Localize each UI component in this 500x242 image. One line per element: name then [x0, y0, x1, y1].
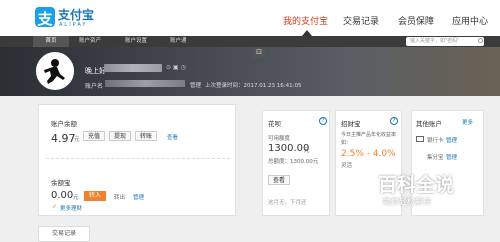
jifenbao-manage-link[interactable]: 管理: [446, 153, 457, 161]
tab-account-settings[interactable]: 账户设置: [125, 37, 147, 46]
help-icon[interactable]: ?: [319, 117, 327, 125]
last-login-time: 上次登录时间：2017.01.23 16:41:05: [205, 83, 302, 89]
nav-my-alipay[interactable]: 我的支付宝: [283, 14, 328, 27]
bank-card-manage-link[interactable]: 管理: [446, 136, 457, 144]
yuebao-title: 余额宝: [51, 179, 71, 187]
yuebao-amount: 0.00: [51, 190, 74, 201]
tab-account-assets[interactable]: 账户资产: [79, 37, 101, 46]
search-icon[interactable]: [478, 38, 483, 43]
balance-unit: 元: [74, 137, 80, 143]
balance-amount: 4.97: [51, 132, 76, 145]
divider: [46, 158, 230, 159]
jifenbao-label: 集分宝: [427, 155, 444, 161]
account-manage-link[interactable]: 管理: [190, 81, 201, 89]
account-label: 账户名: [85, 83, 104, 90]
zhaocaibao-desc-2: 如：: [341, 140, 352, 146]
watermark-subtitle: 助你轻松解决: [383, 197, 431, 206]
alipay-logo-icon[interactable]: 支: [35, 7, 55, 28]
verified-icons: ⊙ ▣ ◷: [166, 64, 186, 71]
watermark-logo-icon: [355, 168, 375, 188]
avatar[interactable]: [36, 52, 74, 90]
nav-member-protection[interactable]: 会员保障: [398, 14, 434, 27]
lock-icon[interactable]: ⊡: [253, 47, 265, 58]
transactions-tab[interactable]: 交易记录: [38, 226, 90, 242]
runner-avatar-icon: [44, 59, 65, 84]
huabei-bill-note: 这月无，下月还: [268, 200, 307, 206]
transfer-in-button[interactable]: 转入: [84, 191, 106, 201]
masked-username: [104, 64, 162, 72]
zhaocaibao-desc: 今日主推产品年化收益率: [341, 132, 397, 138]
watermark-title: 百科全说: [378, 174, 455, 196]
huabei-unit: 元: [304, 148, 310, 154]
other-more-link[interactable]: 更多: [462, 118, 473, 126]
rocket-icon: ➶: [52, 203, 58, 210]
zhaocaibao-sub: 灵活: [341, 163, 353, 169]
withdraw-button[interactable]: 提现: [109, 131, 132, 141]
logo-glyph: 支: [37, 11, 53, 28]
bank-card-label: 银行卡: [427, 138, 444, 144]
search-input[interactable]: 输入关键字，如"密码": [406, 37, 484, 46]
tab-home[interactable]: 首页: [33, 36, 69, 47]
balance-title: 账户余额: [51, 120, 77, 128]
help-icon[interactable]: ?: [390, 117, 398, 125]
huabei-title: 花呗: [268, 120, 281, 128]
greeting-text: 晚上好: [85, 67, 106, 75]
yuebao-manage-link[interactable]: 管理: [133, 193, 144, 201]
yuebao-unit: 元: [73, 195, 79, 201]
other-accounts-title: 其他账户: [416, 120, 442, 128]
nav-app-center[interactable]: 应用中心: [452, 14, 488, 27]
transfer-out-link[interactable]: 转出: [114, 193, 125, 201]
huabei-available-label: 可用额度: [268, 136, 291, 142]
huabei-total: 总额度：1300.00元: [268, 159, 319, 165]
balance-view-link[interactable]: 查看: [167, 133, 178, 141]
masked-account-name: [105, 80, 185, 87]
brand-name: 支付宝: [58, 8, 95, 22]
recharge-button[interactable]: 充值: [83, 131, 106, 141]
zhaocaibao-title: 招财宝: [341, 120, 361, 128]
brand-subtitle: ALIPAY: [59, 22, 88, 28]
tab-account-link[interactable]: 账户通: [170, 37, 187, 46]
nav-transactions[interactable]: 交易记录: [343, 14, 379, 27]
huabei-view-button[interactable]: 查看: [268, 175, 291, 185]
bank-card-icon: [416, 136, 424, 142]
transfer-button[interactable]: 转账: [135, 131, 158, 141]
more-finance-link[interactable]: 更多理财: [60, 204, 82, 212]
zhaocaibao-rate: 2.5% - 4.0%: [341, 149, 396, 159]
